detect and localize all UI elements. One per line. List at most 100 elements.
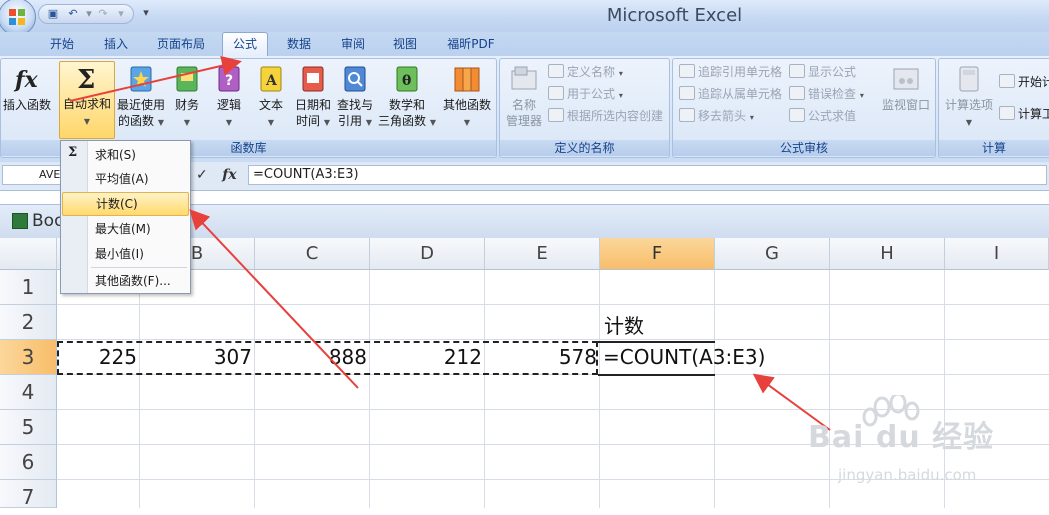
remove-arrows-button[interactable]: 移去箭头 ▾ <box>679 107 754 127</box>
svg-text:?: ? <box>225 73 233 89</box>
autosum-button[interactable]: Σ 自动求和 ▼ <box>59 61 115 139</box>
trace-dependents-icon <box>679 86 695 100</box>
calculator-icon <box>959 66 979 92</box>
create-from-selection-button[interactable]: 根据所选内容创建 <box>548 107 663 125</box>
trace-precedents-icon <box>679 64 695 78</box>
select-all-corner[interactable] <box>0 238 57 270</box>
gridline <box>57 304 1049 305</box>
row-header-5[interactable]: 5 <box>0 410 57 445</box>
column-header-c[interactable]: C <box>255 238 370 270</box>
chevron-down-icon: ▼ <box>429 118 436 127</box>
svg-text:A: A <box>265 73 278 89</box>
tab-review[interactable]: 审阅 <box>330 32 376 56</box>
remove-arrows-icon <box>679 108 695 122</box>
chevron-down-icon: ▼ <box>365 118 372 127</box>
sigma-icon: Σ <box>77 65 95 94</box>
column-header-i[interactable]: I <box>945 238 1049 270</box>
column-header-h[interactable]: H <box>830 238 945 270</box>
chevron-down-icon: ▾ <box>749 113 754 122</box>
math-trig-button[interactable]: θ 数学和 三角函数 ▼ <box>377 63 437 131</box>
calculation-options-button[interactable]: 计算选项 ▼ <box>941 63 997 131</box>
tab-insert[interactable]: 插入 <box>92 32 140 56</box>
tab-formulas[interactable]: 公式 <box>222 32 268 56</box>
trace-precedents-button[interactable]: 追踪引用单元格 <box>679 63 782 81</box>
row-header-4[interactable]: 4 <box>0 375 57 410</box>
tab-home[interactable]: 开始 <box>38 32 86 56</box>
insert-function-button[interactable]: fx 插入函数 <box>1 63 53 113</box>
copy-marquee-selection <box>57 341 598 375</box>
column-header-f[interactable]: F <box>600 238 715 270</box>
chevron-down-icon: ▼ <box>323 118 330 127</box>
ribbon-tab-row: 开始 插入 页面布局 公式 数据 审阅 视图 福昕PDF <box>0 32 1049 56</box>
svg-text:Σ: Σ <box>77 65 95 94</box>
menu-item-min[interactable]: 最小值(I) <box>62 242 189 266</box>
date-time-button[interactable]: 日期和 时间 ▼ <box>293 63 333 131</box>
chevron-down-icon: ▼ <box>157 118 164 127</box>
recent-functions-button[interactable]: 最近使用 的函数 ▼ <box>115 63 167 131</box>
show-formulas-icon <box>789 64 805 78</box>
trace-dependents-button[interactable]: 追踪从属单元格 <box>679 85 782 103</box>
menu-item-more-functions[interactable]: 其他函数(F)... <box>62 269 189 293</box>
column-header-d[interactable]: D <box>370 238 485 270</box>
define-name-button[interactable]: 定义名称 ▾ <box>548 63 623 83</box>
column-header-e[interactable]: E <box>485 238 600 270</box>
logic-book-icon: ? <box>218 66 240 92</box>
row-header-2[interactable]: 2 <box>0 305 57 340</box>
gridline <box>57 339 1049 340</box>
calculate-now-icon <box>999 74 1015 88</box>
tab-foxit-pdf[interactable]: 福昕PDF <box>438 32 504 56</box>
tab-view[interactable]: 视图 <box>382 32 428 56</box>
name-manager-button[interactable]: 名称 管理器 <box>502 63 546 129</box>
show-formulas-button[interactable]: 显示公式 <box>789 63 856 81</box>
row-header-3[interactable]: 3 <box>0 340 57 375</box>
error-checking-button[interactable]: 错误检查 ▾ <box>789 85 864 105</box>
watch-window-button[interactable]: 监视窗口 <box>877 63 935 113</box>
row-header-7[interactable]: 7 <box>0 480 57 509</box>
insert-function-fx-icon[interactable]: fx <box>222 167 236 183</box>
finance-book-icon <box>176 66 198 92</box>
formula-input[interactable]: =COUNT(A3:E3) <box>248 165 1047 185</box>
chevron-down-icon: ▾ <box>859 91 864 100</box>
menu-item-count[interactable]: 计数(C) <box>62 192 189 216</box>
fx-small-icon <box>548 86 564 100</box>
calculate-now-button[interactable]: 开始计 <box>999 73 1049 91</box>
row-header-1[interactable]: 1 <box>0 270 57 305</box>
svg-text:θ: θ <box>402 73 411 89</box>
group-label-defined-names: 定义的名称 <box>500 140 669 156</box>
tab-data[interactable]: 数据 <box>276 32 322 56</box>
app-title: Microsoft Excel <box>606 5 743 26</box>
watermark-url: jingyan.baidu.com <box>838 466 977 484</box>
menu-item-average[interactable]: 平均值(A) <box>62 167 189 191</box>
menu-item-max[interactable]: 最大值(M) <box>62 217 189 241</box>
error-checking-icon <box>789 86 805 100</box>
define-name-icon <box>548 64 564 78</box>
watch-window-icon <box>893 68 919 90</box>
chevron-down-icon: ▼ <box>225 118 233 127</box>
formula-bar-buttons: ✓ fx <box>196 165 248 185</box>
row-header-6[interactable]: 6 <box>0 445 57 480</box>
theta-book-icon: θ <box>396 66 418 92</box>
column-header-g[interactable]: G <box>715 238 830 270</box>
excel-workbook-icon <box>12 213 28 229</box>
chevron-down-icon: ▼ <box>965 118 973 127</box>
evaluate-formula-button[interactable]: 公式求值 <box>789 107 856 125</box>
finance-button[interactable]: 财务 ▼ <box>169 63 205 131</box>
lookup-reference-button[interactable]: 查找与 引用 ▼ <box>335 63 375 131</box>
logical-button[interactable]: ? 逻辑 ▼ <box>209 63 249 131</box>
enter-check-icon[interactable]: ✓ <box>196 167 208 183</box>
menu-item-sum[interactable]: 求和(S) <box>62 143 189 167</box>
watermark-brand: Bai du 经验 <box>808 420 995 455</box>
use-in-formula-button[interactable]: 用于公式 ▾ <box>548 85 623 105</box>
tab-page-layout[interactable]: 页面布局 <box>148 32 214 56</box>
more-functions-button[interactable]: 其他函数 ▼ <box>439 63 495 131</box>
gridline <box>599 270 600 508</box>
text-functions-button[interactable]: A 文本 ▼ <box>253 63 289 131</box>
group-label-calculation: 计算 <box>939 140 1049 156</box>
gridline <box>139 270 140 508</box>
create-from-selection-icon <box>548 108 564 122</box>
chevron-down-icon: ▾ <box>618 69 623 78</box>
chevron-down-icon: ▼ <box>183 118 191 127</box>
chevron-down-icon: ▼ <box>267 118 275 127</box>
cell-f2[interactable]: 计数 <box>604 310 644 339</box>
calculate-sheet-button[interactable]: 计算工 <box>999 105 1049 123</box>
